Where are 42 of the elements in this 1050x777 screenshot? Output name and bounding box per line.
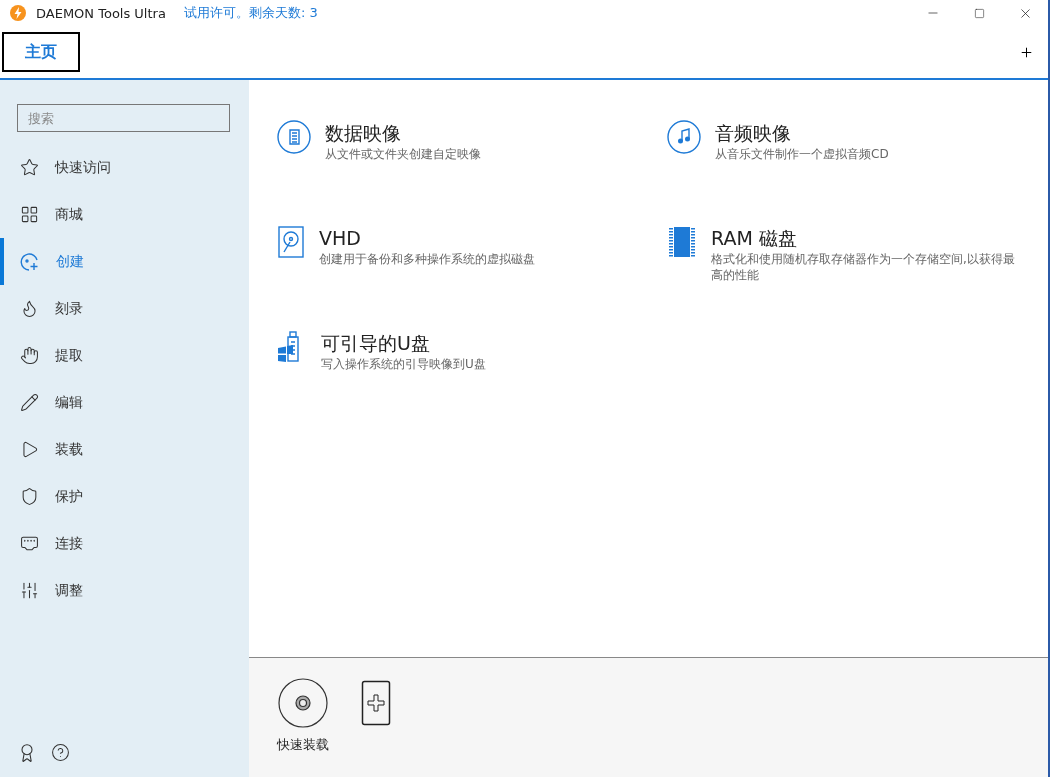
action-description: 创建用于备份和多种操作系统的虚拟磁盘 — [319, 251, 535, 267]
memory-chip-icon — [667, 225, 697, 259]
sidebar-item[interactable]: 调整 — [55, 581, 83, 600]
add-device-icon[interactable] — [361, 680, 391, 726]
disc-plus-icon[interactable] — [20, 251, 40, 272]
music-note-icon — [667, 120, 701, 154]
sidebar-item[interactable]: 刻录 — [55, 299, 83, 318]
port-icon[interactable] — [20, 534, 39, 553]
action-description: 格式化和使用随机存取存储器作为一个存储空间,以获得最高的性能 — [711, 251, 1016, 283]
sidebar-item[interactable]: 快速访问 — [55, 158, 111, 177]
sidebar-item[interactable]: 提取 — [55, 346, 83, 365]
action-title[interactable]: RAM 磁盘 — [711, 225, 1021, 251]
action-title[interactable]: 音频映像 — [715, 120, 889, 146]
sidebar-item[interactable]: 商城 — [55, 205, 83, 224]
flame-icon[interactable] — [20, 299, 39, 318]
maximize-icon[interactable] — [973, 7, 985, 19]
sidebar-item[interactable]: 创建 — [56, 252, 84, 271]
sidebar-item[interactable]: 装载 — [55, 440, 83, 459]
sidebar-item[interactable]: 编辑 — [55, 393, 83, 412]
action-description: 从音乐文件制作一个虚拟音频CD — [715, 146, 889, 162]
grid-icon[interactable] — [20, 205, 39, 224]
sliders-icon[interactable] — [20, 581, 39, 600]
add-tab-button[interactable] — [1019, 44, 1034, 60]
sidebar-item[interactable]: 连接 — [55, 534, 83, 553]
action-title[interactable]: 数据映像 — [325, 120, 481, 146]
lightning-logo-icon — [10, 5, 26, 21]
search-field[interactable]: 搜索 — [17, 104, 230, 132]
license-status: 试用许可。剩余天数: 3 — [183, 4, 318, 22]
action-title[interactable]: 可引导的U盘 — [321, 330, 486, 356]
document-icon — [277, 120, 311, 154]
sidebar-item[interactable]: 保护 — [55, 487, 83, 506]
action-description: 从文件或文件夹创建自定映像 — [325, 146, 481, 162]
action-description: 写入操作系统的引导映像到U盘 — [321, 356, 486, 372]
window-title: DAEMON Tools Ultra — [36, 5, 166, 21]
star-icon[interactable] — [20, 158, 39, 177]
hand-icon[interactable] — [20, 346, 39, 365]
pencil-icon[interactable] — [20, 393, 39, 412]
action-title[interactable]: VHD — [319, 225, 535, 251]
play-icon[interactable] — [20, 440, 39, 459]
home-tab[interactable]: 主页 — [2, 32, 80, 72]
shield-icon[interactable] — [20, 487, 39, 506]
help-icon[interactable] — [51, 743, 70, 762]
